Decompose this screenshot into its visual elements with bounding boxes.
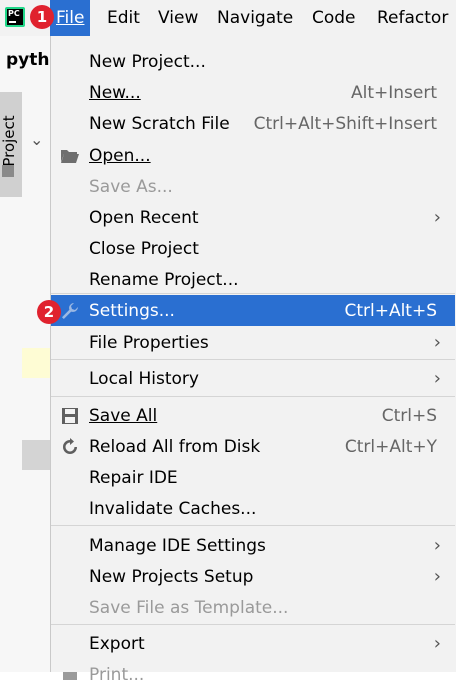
menu-item-local-history[interactable]: Local History › bbox=[51, 363, 455, 394]
separator bbox=[51, 525, 455, 526]
menu-item-invalidate-caches[interactable]: Invalidate Caches... bbox=[51, 493, 455, 524]
chevron-right-icon: › bbox=[433, 566, 441, 587]
menu-item-save-as-template: Save File as Template... bbox=[89, 597, 289, 618]
menu-code[interactable]: Code bbox=[306, 0, 362, 36]
separator bbox=[51, 396, 455, 397]
menu-item-new[interactable]: New... Alt+Insert bbox=[51, 77, 455, 108]
chevron-right-icon: › bbox=[433, 633, 441, 654]
separator bbox=[51, 359, 455, 360]
folder-open-icon bbox=[59, 145, 81, 167]
shortcut: Ctrl+Alt+S bbox=[344, 300, 437, 321]
menu-navigate[interactable]: Navigate bbox=[211, 0, 299, 36]
shortcut: Ctrl+Alt+Shift+Insert bbox=[253, 113, 437, 134]
menu-refactor[interactable]: Refactor bbox=[371, 0, 454, 36]
selection-strip bbox=[22, 440, 50, 470]
menu-item-label: New... bbox=[89, 82, 141, 103]
menu-item-new-projects-setup[interactable]: New Projects Setup › bbox=[51, 561, 455, 592]
reload-icon bbox=[59, 436, 81, 458]
chevron-right-icon: › bbox=[433, 207, 441, 228]
step-badge-1: 1 bbox=[30, 5, 54, 29]
save-icon bbox=[59, 405, 81, 427]
separator bbox=[51, 624, 455, 625]
menu-item-open-recent[interactable]: Open Recent › bbox=[51, 202, 455, 233]
file-menu-dropdown: New Project... New... Alt+Insert New Scr… bbox=[50, 36, 456, 685]
menu-item-file-properties[interactable]: File Properties › bbox=[51, 327, 455, 358]
chevron-right-icon: › bbox=[433, 332, 441, 353]
menu-item-print: Print... bbox=[51, 659, 455, 690]
wrench-icon bbox=[59, 300, 81, 322]
menu-item-settings[interactable]: Settings... Ctrl+Alt+S bbox=[51, 295, 455, 326]
project-tool-tab[interactable]: Project bbox=[0, 92, 22, 197]
shortcut: Ctrl+Alt+Y bbox=[344, 436, 437, 457]
menu-item-close-project[interactable]: Close Project bbox=[51, 233, 455, 264]
menu-bar: PC File Edit View Navigate Code Refactor bbox=[0, 0, 456, 36]
menu-item-new-project[interactable]: New Project... bbox=[51, 46, 455, 77]
menu-item-export[interactable]: Export › bbox=[51, 628, 455, 659]
printer-icon bbox=[59, 664, 81, 686]
shortcut: Alt+Insert bbox=[350, 82, 437, 103]
menu-item-save-all[interactable]: Save All Ctrl+S bbox=[51, 400, 455, 431]
chevron-right-icon: › bbox=[433, 368, 441, 389]
menu-item-save-as: Save As... bbox=[89, 176, 173, 197]
chevron-right-icon: › bbox=[433, 535, 441, 556]
menu-item-new-scratch-file[interactable]: New Scratch File Ctrl+Alt+Shift+Insert bbox=[51, 108, 455, 139]
menu-file[interactable]: File bbox=[50, 0, 91, 36]
menu-item-rename-project[interactable]: Rename Project... bbox=[51, 264, 455, 295]
menu-edit[interactable]: Edit bbox=[101, 0, 146, 36]
chevron-down-icon[interactable]: ⌄ bbox=[30, 130, 43, 149]
shortcut: Ctrl+S bbox=[381, 405, 437, 426]
step-badge-2: 2 bbox=[37, 300, 61, 324]
separator bbox=[51, 293, 455, 294]
menu-item-open[interactable]: Open... bbox=[51, 140, 455, 171]
menu-view[interactable]: View bbox=[152, 0, 204, 36]
highlight-strip bbox=[22, 348, 50, 378]
pycharm-logo-icon: PC bbox=[5, 7, 25, 27]
menu-item-manage-ide-settings[interactable]: Manage IDE Settings › bbox=[51, 530, 455, 561]
menu-item-reload-all[interactable]: Reload All from Disk Ctrl+Alt+Y bbox=[51, 431, 455, 462]
folder-icon bbox=[2, 165, 14, 177]
menu-item-repair-ide[interactable]: Repair IDE bbox=[51, 462, 455, 493]
